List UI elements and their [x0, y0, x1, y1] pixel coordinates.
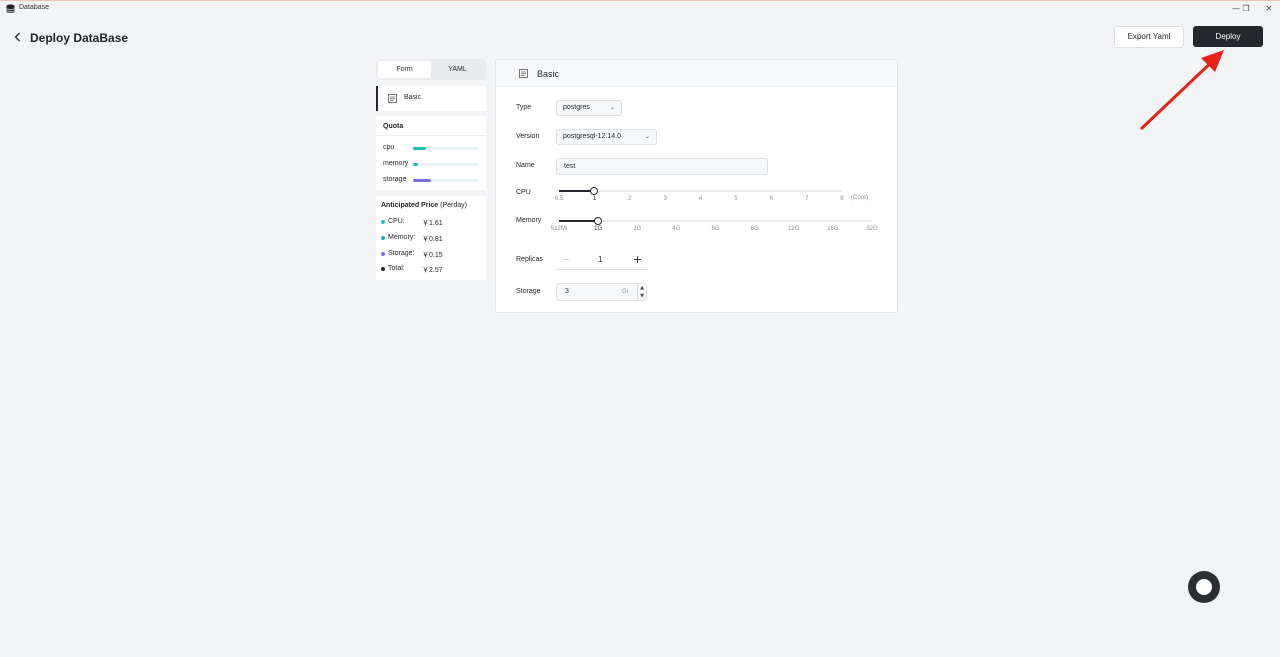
status-dot-icon	[381, 267, 385, 271]
restore-button[interactable]: ❐	[1239, 3, 1253, 15]
memory-mark[interactable]: 12G	[788, 226, 799, 232]
back-arrow-icon[interactable]	[12, 30, 24, 44]
memory-mark[interactable]: 4G	[672, 226, 680, 232]
replicas-stepper: − 1 +	[556, 252, 647, 270]
close-button[interactable]: ✕	[1262, 3, 1276, 15]
memory-slider-fill	[559, 220, 599, 222]
status-dot-icon	[381, 236, 385, 240]
storage-unit: Gi	[622, 289, 628, 295]
cpu-mark[interactable]: 3	[663, 196, 666, 202]
cpu-mark[interactable]: 0.5	[555, 196, 563, 202]
title-bar: Database — ❐ ✕	[0, 0, 1280, 16]
cpu-mark[interactable]: 8	[840, 196, 843, 202]
replicas-label: Replicas	[516, 256, 543, 263]
basic-form-panel: Basic Type postgres ⌄ Version postgresql-…	[495, 59, 898, 313]
quota-label-storage: storage	[383, 176, 407, 183]
floating-assistant-button[interactable]	[1188, 571, 1220, 603]
deploy-button[interactable]: Deploy	[1193, 26, 1263, 47]
tab-yaml[interactable]: YAML	[431, 61, 484, 78]
plus-icon[interactable]: +	[633, 253, 642, 267]
circle-icon	[1196, 579, 1212, 595]
cpu-mark[interactable]: 2	[628, 196, 631, 202]
tab-form[interactable]: Form	[378, 61, 431, 78]
quota-bar-memory	[413, 163, 479, 166]
panel-header: Basic	[496, 60, 897, 87]
status-dot-icon	[381, 220, 385, 224]
cpu-mark[interactable]: 1	[593, 196, 596, 202]
replicas-value[interactable]: 1	[598, 255, 602, 264]
divider	[376, 135, 486, 136]
memory-mark[interactable]: 1G	[594, 226, 602, 232]
quota-card: Quota cpu memory storage	[376, 116, 486, 190]
storage-value[interactable]: 3	[565, 288, 569, 295]
cpu-label: CPU	[516, 189, 531, 196]
form-yaml-tabs: Form YAML	[376, 59, 486, 80]
cpu-slider-track[interactable]	[559, 190, 842, 192]
memory-mark[interactable]: 6G	[711, 226, 719, 232]
memory-mark[interactable]: 8G	[751, 226, 759, 232]
database-icon	[6, 4, 15, 13]
quota-bar-cpu	[413, 147, 479, 150]
window-title: Database	[19, 4, 49, 11]
memory-mark[interactable]: 32G	[866, 226, 877, 232]
page-title: Deploy DataBase	[30, 31, 129, 45]
chevron-down-icon: ⌄	[609, 104, 615, 111]
memory-label: Memory	[516, 217, 542, 224]
type-select[interactable]: postgres ⌄	[556, 100, 622, 116]
quota-bar-storage	[413, 179, 479, 182]
memory-mark[interactable]: 16G	[827, 226, 838, 232]
document-icon	[388, 94, 397, 103]
cpu-slider-thumb[interactable]	[590, 187, 599, 195]
sidebar-item-label: Basic	[404, 94, 422, 101]
cpu-mark[interactable]: 7	[805, 196, 808, 202]
sidebar-item-basic[interactable]: Basic	[376, 86, 486, 111]
name-label: Name	[516, 162, 535, 169]
status-dot-icon	[381, 252, 385, 256]
quota-label-memory: memory	[383, 160, 409, 167]
memory-mark[interactable]: 512Mi	[551, 226, 567, 232]
quota-label-cpu: cpu	[383, 144, 395, 151]
price-title: Anticipated Price (Perday)	[381, 202, 467, 209]
memory-slider-thumb[interactable]	[594, 217, 603, 225]
document-icon	[519, 69, 528, 78]
memory-mark[interactable]: 2G	[633, 226, 641, 232]
cpu-mark[interactable]: 5	[734, 196, 737, 202]
memory-slider-track[interactable]	[559, 220, 872, 222]
section-title: Basic	[537, 69, 560, 79]
storage-label: Storage	[516, 288, 541, 295]
name-input[interactable]: test	[556, 158, 768, 175]
anticipated-price-card: Anticipated Price (Perday) CPU: ￥1.61 Me…	[376, 196, 486, 280]
chevron-down-icon: ⌄	[644, 133, 650, 140]
cpu-mark[interactable]: 4	[699, 196, 702, 202]
decrement-icon[interactable]: ▼	[638, 292, 646, 300]
minus-icon[interactable]: −	[561, 253, 570, 267]
cpu-unit: (Core)	[851, 195, 869, 201]
version-label: Version	[516, 133, 540, 140]
storage-input[interactable]: 3 Gi ▲ ▼	[556, 283, 647, 301]
type-label: Type	[516, 104, 532, 111]
quota-title: Quota	[383, 123, 404, 130]
storage-spinner: ▲ ▼	[637, 284, 646, 300]
annotation-arrow-icon	[1139, 50, 1224, 131]
increment-icon[interactable]: ▲	[638, 284, 646, 292]
cpu-mark[interactable]: 6	[770, 196, 773, 202]
cpu-slider-fill	[559, 190, 595, 192]
version-select[interactable]: postgresql-12.14.0 ⌄	[556, 129, 657, 145]
